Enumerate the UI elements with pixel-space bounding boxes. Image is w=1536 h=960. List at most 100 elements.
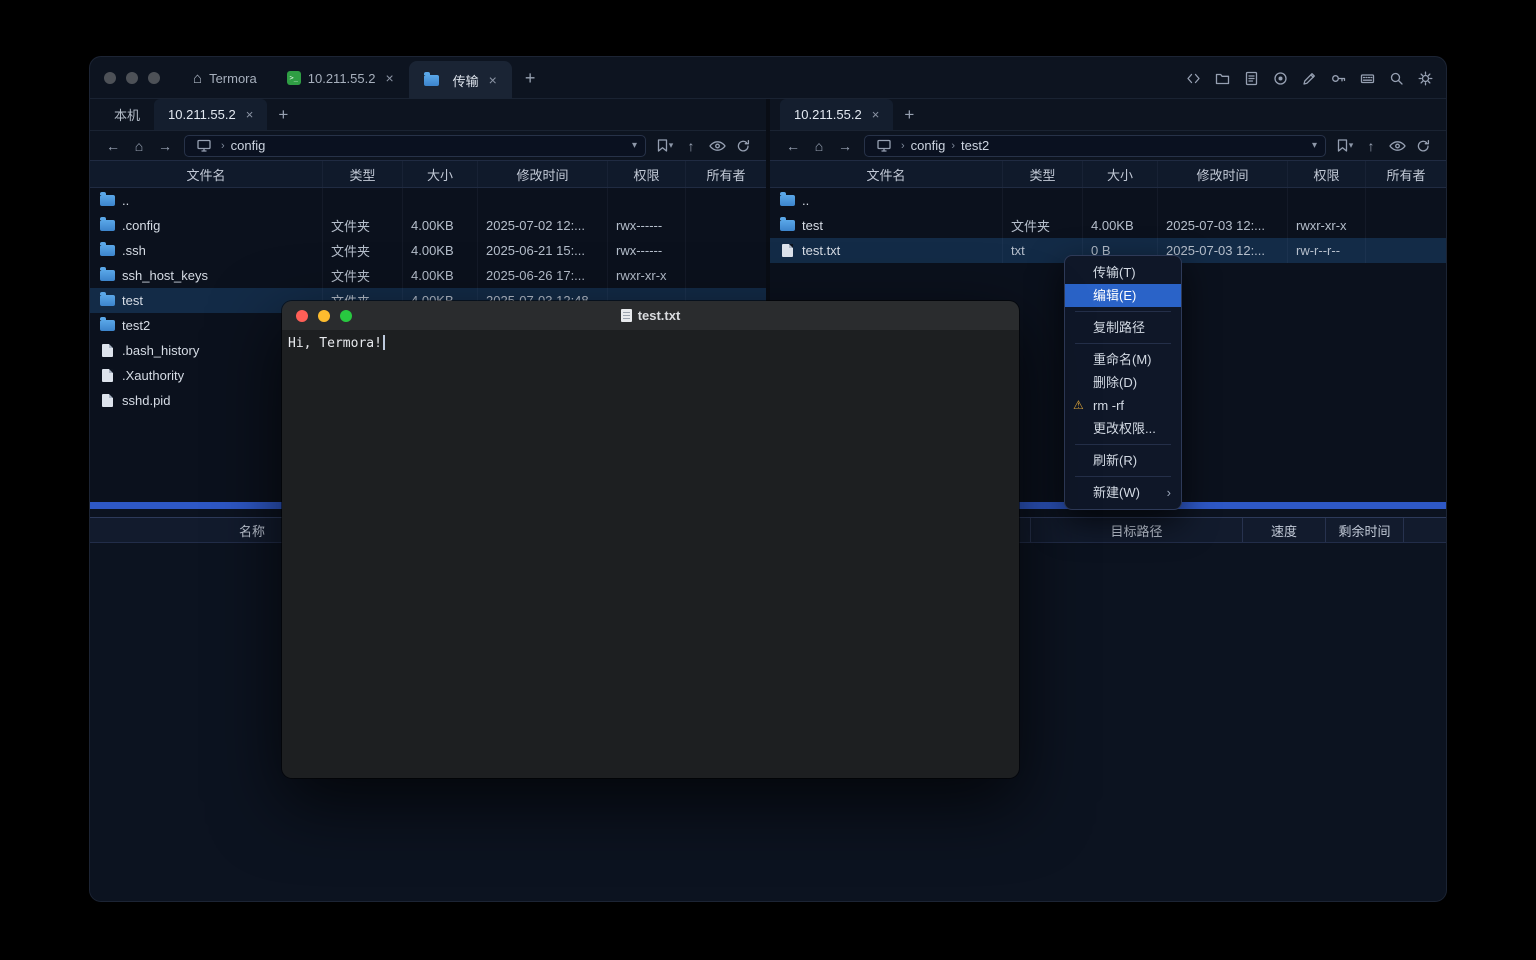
- bookmark-icon[interactable]: ▾: [654, 139, 676, 152]
- back-icon[interactable]: ←: [782, 138, 804, 154]
- menu-item-refresh[interactable]: 刷新(R): [1065, 449, 1181, 472]
- forward-icon[interactable]: →: [834, 138, 856, 154]
- table-row[interactable]: test 文件夹4.00KB 2025-07-03 12:...rwxr-xr-…: [770, 213, 1446, 238]
- breadcrumb-separator: ›: [951, 140, 955, 152]
- menu-item-transfer[interactable]: 传输(T): [1065, 261, 1181, 284]
- refresh-icon[interactable]: [732, 139, 754, 153]
- window-controls[interactable]: [104, 72, 160, 84]
- editor-window-controls[interactable]: [296, 310, 352, 322]
- chevron-down-icon[interactable]: ▾: [632, 140, 637, 151]
- column-tail: [1404, 518, 1446, 542]
- column-header[interactable]: 速度: [1243, 518, 1326, 542]
- folder-icon: [780, 220, 795, 231]
- pane-tab-remote[interactable]: 10.211.55.2 ×: [780, 99, 893, 130]
- close-tab-icon[interactable]: ×: [385, 70, 393, 86]
- computer-icon: [193, 139, 215, 152]
- record-icon[interactable]: [1271, 69, 1289, 87]
- column-header[interactable]: 权限: [1288, 161, 1366, 187]
- titlebar-tabs: ⌂ Termora >_ 10.211.55.2 × 传输 × +: [178, 57, 548, 99]
- menu-item-rename[interactable]: 重命名(M): [1065, 348, 1181, 371]
- back-icon[interactable]: ←: [102, 138, 124, 154]
- column-header[interactable]: 大小: [1083, 161, 1158, 187]
- warning-icon: ⚠: [1073, 394, 1084, 417]
- minimize-window-button[interactable]: [318, 310, 330, 322]
- close-tab-icon[interactable]: ×: [489, 72, 497, 88]
- column-header[interactable]: 修改时间: [1158, 161, 1288, 187]
- keyboard-icon[interactable]: [1358, 69, 1376, 87]
- column-header[interactable]: 文件名: [90, 161, 323, 187]
- eye-icon[interactable]: [1386, 140, 1408, 152]
- pencil-icon[interactable]: [1300, 69, 1318, 87]
- tab-transfer[interactable]: 传输 ×: [409, 61, 512, 99]
- upload-icon[interactable]: ↑: [680, 138, 702, 154]
- editor-title: test.txt: [621, 308, 681, 323]
- chevron-down-icon[interactable]: ▾: [1312, 140, 1317, 151]
- breadcrumb-segment[interactable]: config: [231, 138, 266, 153]
- breadcrumb-segment[interactable]: config: [911, 138, 946, 153]
- folder-icon: [424, 75, 439, 86]
- new-pane-tab-button[interactable]: +: [893, 105, 925, 125]
- menu-item-delete[interactable]: 删除(D): [1065, 371, 1181, 394]
- table-row[interactable]: ssh_host_keys 文件夹4.00KB 2025-06-26 17:..…: [90, 263, 766, 288]
- refresh-icon[interactable]: [1412, 139, 1434, 153]
- bookmark-icon[interactable]: ▾: [1334, 139, 1356, 152]
- column-header[interactable]: 所有者: [1366, 161, 1446, 187]
- close-window-button[interactable]: [296, 310, 308, 322]
- tab-label: Termora: [209, 71, 257, 86]
- menu-item-change-permissions[interactable]: 更改权限...: [1065, 417, 1181, 440]
- text-cursor: [383, 335, 385, 350]
- menu-separator: [1075, 476, 1171, 477]
- eye-icon[interactable]: [706, 140, 728, 152]
- new-tab-button[interactable]: +: [512, 57, 549, 99]
- column-header[interactable]: 修改时间: [478, 161, 608, 187]
- table-row[interactable]: .config 文件夹4.00KB 2025-07-02 12:...rwx--…: [90, 213, 766, 238]
- zoom-window-button[interactable]: [340, 310, 352, 322]
- forward-icon[interactable]: →: [154, 138, 176, 154]
- pane-tab-remote[interactable]: 10.211.55.2 ×: [154, 99, 267, 130]
- log-icon[interactable]: [1242, 69, 1260, 87]
- menu-separator: [1075, 311, 1171, 312]
- right-grid-header: 文件名 类型 大小 修改时间 权限 所有者: [770, 160, 1446, 188]
- settings-icon[interactable]: [1416, 69, 1434, 87]
- close-tab-icon[interactable]: ×: [872, 107, 880, 122]
- path-breadcrumb[interactable]: › config › test2 ▾: [864, 135, 1326, 157]
- upload-icon[interactable]: ↑: [1360, 138, 1382, 154]
- new-pane-tab-button[interactable]: +: [267, 105, 299, 125]
- path-breadcrumb[interactable]: › config ▾: [184, 135, 646, 157]
- close-tab-icon[interactable]: ×: [246, 107, 254, 122]
- column-header[interactable]: 文件名: [770, 161, 1003, 187]
- menu-item-new[interactable]: 新建(W) ›: [1065, 481, 1181, 504]
- table-row[interactable]: ..: [90, 188, 766, 213]
- search-icon[interactable]: [1387, 69, 1405, 87]
- tab-termora[interactable]: ⌂ Termora: [178, 57, 272, 99]
- column-header[interactable]: 剩余时间: [1326, 518, 1404, 542]
- menu-item-copy-path[interactable]: 复制路径: [1065, 316, 1181, 339]
- breadcrumb-segment[interactable]: test2: [961, 138, 989, 153]
- column-header[interactable]: 大小: [403, 161, 478, 187]
- left-pane-tabs: 本机 10.211.55.2 × +: [90, 99, 766, 131]
- tab-host[interactable]: >_ 10.211.55.2 ×: [272, 57, 409, 99]
- table-row[interactable]: .ssh 文件夹4.00KB 2025-06-21 15:...rwx-----…: [90, 238, 766, 263]
- zoom-window-button[interactable]: [148, 72, 160, 84]
- home-icon[interactable]: ⌂: [808, 138, 830, 154]
- menu-separator: [1075, 444, 1171, 445]
- editor-content[interactable]: Hi, Termora!: [282, 331, 1019, 778]
- column-header[interactable]: 类型: [1003, 161, 1083, 187]
- column-header[interactable]: 所有者: [686, 161, 766, 187]
- key-icon[interactable]: [1329, 69, 1347, 87]
- column-header[interactable]: 类型: [323, 161, 403, 187]
- home-icon[interactable]: ⌂: [128, 138, 150, 154]
- file-icon: [102, 369, 113, 382]
- column-header[interactable]: 目标路径: [1031, 518, 1243, 542]
- tab-label: 10.211.55.2: [308, 71, 376, 86]
- code-icon[interactable]: [1184, 69, 1202, 87]
- column-header[interactable]: 权限: [608, 161, 686, 187]
- close-window-button[interactable]: [104, 72, 116, 84]
- menu-item-rm-rf[interactable]: ⚠ rm -rf: [1065, 394, 1181, 417]
- table-row[interactable]: ..: [770, 188, 1446, 213]
- minimize-window-button[interactable]: [126, 72, 138, 84]
- folder-icon[interactable]: [1213, 69, 1231, 87]
- terminal-icon: >_: [287, 71, 301, 85]
- pane-tab-local[interactable]: 本机: [100, 99, 154, 130]
- menu-item-edit[interactable]: 编辑(E): [1065, 284, 1181, 307]
